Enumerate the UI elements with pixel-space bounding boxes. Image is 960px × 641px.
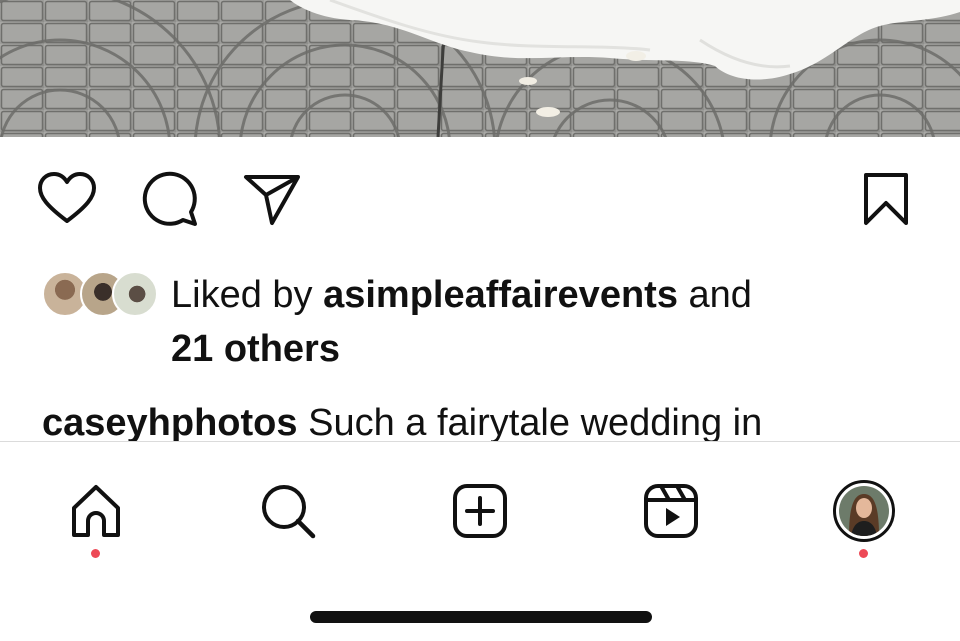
post-caption[interactable]: caseyhphotos Such a fairytale wedding in xyxy=(42,396,942,442)
likes-user-link[interactable]: asimpleaffairevents xyxy=(323,274,678,316)
paving-stones-image xyxy=(0,0,960,137)
reels-icon xyxy=(644,484,698,538)
liker-avatars xyxy=(42,271,158,317)
profile-photo xyxy=(839,486,889,536)
comment-icon xyxy=(142,171,197,226)
tab-reels[interactable] xyxy=(636,476,706,546)
post-photo[interactable] xyxy=(0,0,960,137)
liker-avatar xyxy=(112,271,158,317)
tab-search[interactable] xyxy=(253,476,323,546)
tab-create[interactable] xyxy=(445,476,515,546)
share-button[interactable] xyxy=(240,170,304,228)
send-icon xyxy=(244,175,300,225)
heart-icon xyxy=(38,172,96,223)
save-button[interactable] xyxy=(858,170,914,228)
likes-others-link[interactable]: 21 others xyxy=(171,328,340,370)
home-notification-dot xyxy=(91,549,100,558)
caption-text: Such a fairytale wedding in xyxy=(308,402,763,442)
caption-username[interactable]: caseyhphotos xyxy=(42,402,298,442)
home-icon xyxy=(72,485,120,537)
bookmark-icon xyxy=(864,173,908,225)
tab-profile[interactable] xyxy=(829,476,899,546)
add-post-icon xyxy=(453,484,507,538)
likes-text: Liked by asimpleaffairevents and 21 othe… xyxy=(171,268,931,376)
home-indicator[interactable] xyxy=(310,611,652,623)
profile-avatar-ring xyxy=(833,480,895,542)
likes-conjunction: and xyxy=(688,274,752,316)
search-icon xyxy=(262,485,316,539)
likes-prefix: Liked by xyxy=(171,274,313,316)
tab-home[interactable] xyxy=(61,476,131,546)
profile-notification-dot xyxy=(859,549,868,558)
comment-button[interactable] xyxy=(140,170,200,228)
profile-avatar xyxy=(839,486,889,536)
like-button[interactable] xyxy=(36,169,98,229)
